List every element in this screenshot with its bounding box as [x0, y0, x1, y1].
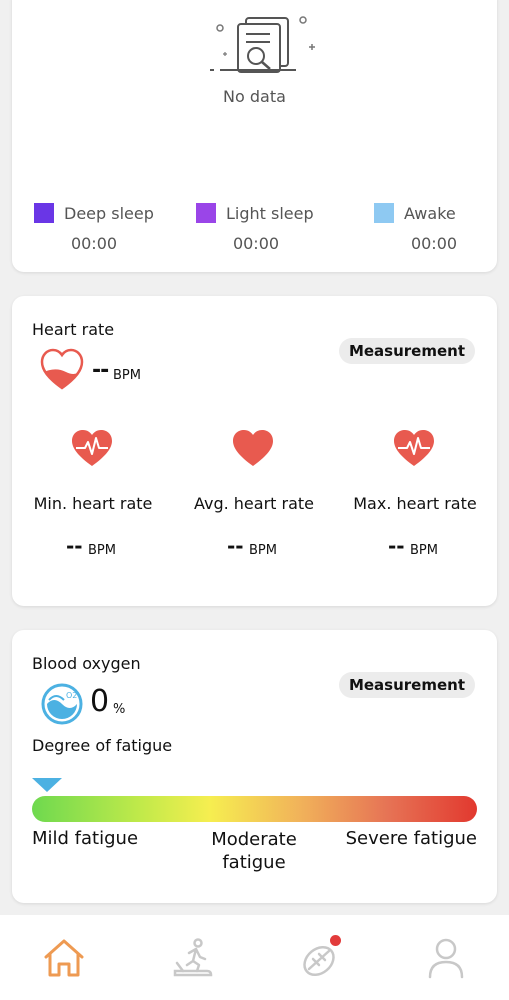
min-heart-rate-unit: BPM [88, 543, 116, 558]
deep-sleep-label: Deep sleep [64, 204, 154, 223]
light-sleep-label: Light sleep [226, 204, 314, 223]
mild-fatigue-label: Mild fatigue [32, 828, 139, 849]
blood-oxygen-measurement-button[interactable]: Measurement [338, 672, 475, 698]
min-heart-rate-value: -- [66, 534, 83, 558]
profile-icon [428, 938, 464, 979]
no-data-text: No data [223, 87, 286, 106]
blood-oxygen-unit: % [113, 702, 126, 717]
current-heart-rate-value: -- [92, 358, 109, 383]
fatigue-level-marker [32, 778, 62, 792]
blood-oxygen-title: Blood oxygen [32, 654, 141, 673]
max-heart-rate-label: Max. heart rate [353, 494, 477, 513]
max-heart-rate-unit: BPM [410, 543, 438, 558]
heart-rate-card: Heart rate Measurement -- BPM Min. heart… [12, 296, 497, 606]
avg-heart-rate-label: Avg. heart rate [193, 494, 315, 513]
fatigue-gradient-bar [32, 796, 477, 822]
awake-swatch [374, 203, 394, 223]
awake-label: Awake [404, 204, 456, 223]
oxygen-icon: O2 [41, 683, 83, 725]
deep-sleep-value: 00:00 [70, 234, 118, 253]
nav-home[interactable] [39, 935, 89, 981]
notification-badge [330, 935, 341, 946]
bottom-navigation [0, 915, 509, 1000]
blood-oxygen-card: Blood oxygen Measurement O2 0 % Degree o… [12, 630, 497, 903]
nav-exercise[interactable] [167, 935, 217, 981]
moderate-fatigue-label: Moderate fatigue [211, 829, 297, 873]
legend-awake: Awake 00:00 [374, 203, 509, 258]
heart-rate-title: Heart rate [32, 320, 115, 339]
heart-rate-level-icon [40, 348, 84, 390]
legend-light-sleep: Light sleep 00:00 [196, 203, 356, 258]
no-data-icon [210, 16, 315, 73]
awake-value: 00:00 [410, 234, 458, 253]
oxygen-icon-label: O2 [66, 691, 77, 700]
fatigue-title: Degree of fatigue [32, 736, 173, 755]
legend-deep-sleep: Deep sleep 00:00 [34, 203, 194, 258]
avg-heart-rate: Avg. heart rate -- BPM [173, 428, 335, 588]
min-heart-rate-label: Min. heart rate [33, 494, 153, 513]
heart-pulse-icon [394, 430, 434, 466]
home-icon [44, 939, 84, 977]
avg-heart-rate-value: -- [227, 534, 244, 558]
light-sleep-swatch [196, 203, 216, 223]
blood-oxygen-value: 0 [90, 684, 110, 719]
heart-rate-measurement-button[interactable]: Measurement [338, 338, 475, 364]
light-sleep-value: 00:00 [232, 234, 280, 253]
nav-profile[interactable] [421, 935, 471, 981]
deep-sleep-swatch [34, 203, 54, 223]
heart-pulse-icon [72, 430, 112, 466]
exercise-icon [173, 938, 213, 977]
max-heart-rate: Max. heart rate -- BPM [334, 428, 496, 588]
severe-fatigue-label: Severe fatigue [345, 828, 477, 849]
current-heart-rate-unit: BPM [113, 368, 141, 383]
sleep-card: No data Deep sleep 00:00 Light sleep 00:… [12, 0, 497, 272]
avg-heart-rate-unit: BPM [249, 543, 277, 558]
min-heart-rate: Min. heart rate -- BPM [12, 428, 174, 588]
heart-icon [233, 430, 273, 466]
nav-discover[interactable] [295, 935, 345, 981]
max-heart-rate-value: -- [388, 534, 405, 558]
